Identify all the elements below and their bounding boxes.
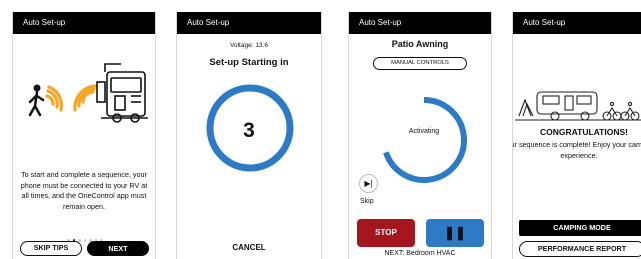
progress-ring [383,97,467,183]
title-bar: Auto Set-up [13,12,155,34]
walking-person-icon [28,84,45,117]
screen-activating: Auto Set-up Patio Awning MANUAL CONTROLS… [348,12,492,259]
countdown-heading: Set-up Starting in [209,57,289,68]
voltage-readout: Voltage: 13.6 [230,42,268,49]
tips-body-text: To start and complete a sequence, your p… [20,170,148,211]
progress-label: Activating [408,128,440,135]
next-button[interactable]: NEXT [87,241,149,256]
skip-label: Skip [360,198,374,205]
device-name: Patio Awning [391,39,449,49]
pager-dot [78,239,81,242]
camping-scene-icon [515,91,641,121]
connection-illustration [28,63,148,123]
title-bar: Auto Set-up [177,12,321,34]
next-step-label: NEXT: Bedroom HVAC [384,250,456,257]
pager-dot [83,239,87,242]
performance-report-button[interactable]: PERFORMANCE REPORT [519,241,641,257]
countdown-number: 3 [243,119,255,142]
congrats-heading: CONGRATULATIONS! [540,127,628,137]
title-bar: Auto Set-up [349,12,491,34]
camping-mode-button[interactable]: CAMPING MODE [519,220,641,236]
skip-tips-button[interactable]: SKIP TIPS [20,241,82,256]
wifi-signal-icon [45,84,97,112]
complete-message: Your sequence is complete! Enjoy your ca… [513,140,641,160]
rv-icon [96,63,148,123]
progress-arc [383,97,467,183]
skip-icon[interactable]: ▶| [359,174,378,193]
stop-button[interactable]: STOP [357,219,415,247]
pause-button[interactable]: ❚❚ [426,219,484,247]
screen-tips: Auto Set-up To start and complete a sequ… [12,12,156,259]
screen-countdown: Auto Set-up Voltage: 13.6 Set-up Startin… [176,12,322,259]
manual-controls-button[interactable]: MANUAL CONTROLS [373,57,467,70]
cancel-button[interactable]: CANCEL [177,243,321,252]
title-bar: Auto Set-up [513,12,641,34]
pause-icon: ❚❚ [444,225,466,240]
screen-complete: Auto Set-up CONGRATULATIONS! Your sequen… [512,12,641,259]
